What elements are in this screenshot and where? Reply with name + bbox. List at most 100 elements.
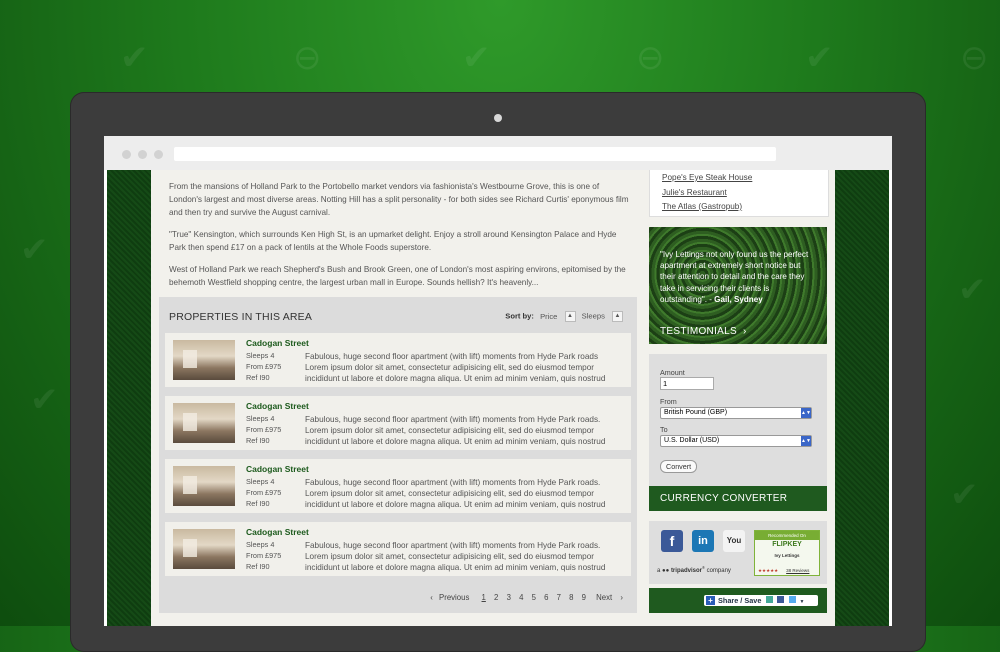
web-page: From the mansions of Holland Park to the… bbox=[104, 170, 892, 626]
check-icon: ✔ bbox=[805, 38, 834, 78]
social-panel: f in You Recommended On FLIPKEY Ivy Lett… bbox=[649, 521, 827, 584]
share-panel: + Share / Save ▼ bbox=[649, 588, 827, 613]
flipkey-company: Ivy Lettings bbox=[774, 553, 800, 558]
intro-paragraph-2: "True" Kensington, which surrounds Ken H… bbox=[169, 230, 617, 252]
pager-page-2[interactable]: 2 bbox=[494, 593, 498, 602]
property-ref: Ref I90 bbox=[246, 436, 270, 445]
flipkey-logo: FLIPKEY bbox=[772, 541, 802, 548]
property-row[interactable]: Cadogan Street Sleeps 4 From £975 Ref I9… bbox=[165, 333, 631, 387]
browser-toolbar bbox=[104, 136, 892, 171]
flipkey-rating: ★★★★★ 38 Reviews bbox=[755, 566, 819, 575]
intro-paragraph-1: From the mansions of Holland Park to the… bbox=[169, 182, 629, 217]
pager-page-5[interactable]: 5 bbox=[532, 593, 536, 602]
property-price: From £975 bbox=[246, 488, 282, 497]
laptop-camera bbox=[494, 114, 502, 122]
testimonial-panel[interactable]: "Ivy Lettings not only found us the perf… bbox=[649, 227, 827, 344]
properties-panel: PROPERTIES IN THIS AREA Sort by: Price ▲… bbox=[159, 297, 637, 613]
testimonials-link[interactable]: TESTIMONIALS › bbox=[660, 326, 747, 337]
pager-page-8[interactable]: 8 bbox=[569, 593, 573, 602]
currency-converter-title: CURRENCY CONVERTER bbox=[649, 486, 827, 511]
property-description: Fabulous, huge second floor apartment (w… bbox=[305, 415, 606, 446]
linkedin-icon[interactable]: in bbox=[692, 530, 714, 552]
property-ref: Ref I90 bbox=[246, 562, 270, 571]
sort-sleeps-arrow-icon[interactable]: ▲ bbox=[612, 311, 623, 322]
property-price: From £975 bbox=[246, 362, 282, 371]
amount-label: Amount bbox=[660, 368, 685, 377]
chevron-down-icon: ▼ bbox=[799, 599, 805, 605]
property-description: Fabulous, huge second floor apartment (w… bbox=[305, 352, 606, 383]
to-currency-select[interactable]: U.S. Dollar (USD) ▲▼ bbox=[660, 435, 812, 447]
restaurant-link[interactable]: Julie's Restaurant bbox=[662, 186, 828, 200]
property-row[interactable]: Cadogan Street Sleeps 4 From £975 Ref I9… bbox=[165, 396, 631, 450]
property-sleeps: Sleeps 4 bbox=[246, 477, 275, 486]
flipkey-recommended: Recommended On bbox=[755, 531, 819, 540]
sort-sleeps-label[interactable]: Sleeps bbox=[582, 312, 605, 321]
underground-icon: ⊖ bbox=[293, 38, 322, 78]
convert-button[interactable]: Convert bbox=[660, 460, 698, 473]
to-label: To bbox=[660, 425, 668, 434]
share-save-button[interactable]: + Share / Save ▼ bbox=[704, 595, 818, 606]
underground-icon: ⊖ bbox=[960, 38, 989, 78]
pager-prev-arrow-icon[interactable]: ‹ bbox=[430, 593, 433, 602]
property-ref: Ref I90 bbox=[246, 373, 270, 382]
tripadvisor-owl-icon: ●● bbox=[662, 568, 670, 574]
property-thumbnail[interactable] bbox=[173, 466, 235, 506]
chevron-right-icon: › bbox=[743, 326, 747, 337]
amount-input[interactable] bbox=[660, 377, 714, 390]
property-name[interactable]: Cadogan Street bbox=[246, 401, 309, 411]
underground-icon: ⊖ bbox=[636, 38, 665, 78]
plus-icon: + bbox=[706, 596, 715, 605]
window-maximize-dot[interactable] bbox=[154, 150, 163, 159]
sort-price-label[interactable]: Price bbox=[540, 312, 557, 321]
pager-page-4[interactable]: 4 bbox=[519, 593, 523, 602]
facebook-share-icon bbox=[777, 596, 785, 603]
check-icon: ✔ bbox=[20, 230, 49, 270]
check-icon: ✔ bbox=[958, 270, 987, 310]
pagination: ‹ Previous 1 2 3 4 5 6 7 8 9 Next › bbox=[424, 593, 623, 602]
property-name[interactable]: Cadogan Street bbox=[246, 464, 309, 474]
sort-price-arrow-icon[interactable]: ▲ bbox=[564, 311, 576, 322]
property-description: Fabulous, huge second floor apartment (w… bbox=[305, 478, 606, 509]
property-ref: Ref I90 bbox=[246, 499, 270, 508]
check-icon: ✔ bbox=[462, 38, 491, 78]
restaurant-link[interactable]: Pope's Eye Steak House bbox=[662, 171, 828, 185]
pager-page-6[interactable]: 6 bbox=[544, 593, 548, 602]
select-arrows-icon: ▲▼ bbox=[801, 436, 811, 446]
pager-previous[interactable]: Previous bbox=[439, 593, 469, 602]
check-icon: ✔ bbox=[120, 38, 149, 78]
property-thumbnail[interactable] bbox=[173, 340, 235, 380]
property-sleeps: Sleeps 4 bbox=[246, 351, 275, 360]
property-thumbnail[interactable] bbox=[173, 403, 235, 443]
youtube-icon[interactable]: You bbox=[723, 530, 745, 552]
pager-page-3[interactable]: 3 bbox=[507, 593, 511, 602]
window-minimize-dot[interactable] bbox=[138, 150, 147, 159]
property-name[interactable]: Cadogan Street bbox=[246, 338, 309, 348]
flipkey-badge[interactable]: Recommended On FLIPKEY Ivy Lettings ★★★★… bbox=[754, 530, 820, 576]
property-sleeps: Sleeps 4 bbox=[246, 414, 275, 423]
restaurant-links: Pope's Eye Steak House Julie's Restauran… bbox=[649, 170, 829, 217]
check-icon: ✔ bbox=[950, 475, 979, 515]
pager-next-arrow-icon[interactable]: › bbox=[620, 593, 623, 602]
facebook-icon[interactable]: f bbox=[661, 530, 683, 552]
address-bar[interactable] bbox=[174, 147, 776, 161]
property-row[interactable]: Cadogan Street Sleeps 4 From £975 Ref I9… bbox=[165, 522, 631, 576]
testimonial-author: Gail, Sydney bbox=[714, 294, 763, 304]
from-currency-select[interactable]: British Pound (GBP) ▲▼ bbox=[660, 407, 812, 419]
twitter-share-icon bbox=[788, 596, 796, 603]
flipkey-reviews-link[interactable]: 38 Reviews bbox=[786, 568, 809, 573]
right-pattern-border bbox=[835, 170, 889, 626]
property-sleeps: Sleeps 4 bbox=[246, 540, 275, 549]
property-name[interactable]: Cadogan Street bbox=[246, 527, 309, 537]
from-label: From bbox=[660, 397, 677, 406]
restaurant-link[interactable]: The Atlas (Gastropub) bbox=[662, 200, 828, 214]
sort-label: Sort by: bbox=[505, 311, 534, 321]
pager-page-1[interactable]: 1 bbox=[482, 593, 486, 602]
pager-page-9[interactable]: 9 bbox=[582, 593, 586, 602]
intro-paragraph-3: West of Holland Park we reach Shepherd's… bbox=[169, 265, 626, 287]
property-row[interactable]: Cadogan Street Sleeps 4 From £975 Ref I9… bbox=[165, 459, 631, 513]
property-description: Fabulous, huge second floor apartment (w… bbox=[305, 541, 606, 572]
pager-next[interactable]: Next bbox=[596, 593, 612, 602]
pager-page-7[interactable]: 7 bbox=[557, 593, 561, 602]
property-thumbnail[interactable] bbox=[173, 529, 235, 569]
window-close-dot[interactable] bbox=[122, 150, 131, 159]
